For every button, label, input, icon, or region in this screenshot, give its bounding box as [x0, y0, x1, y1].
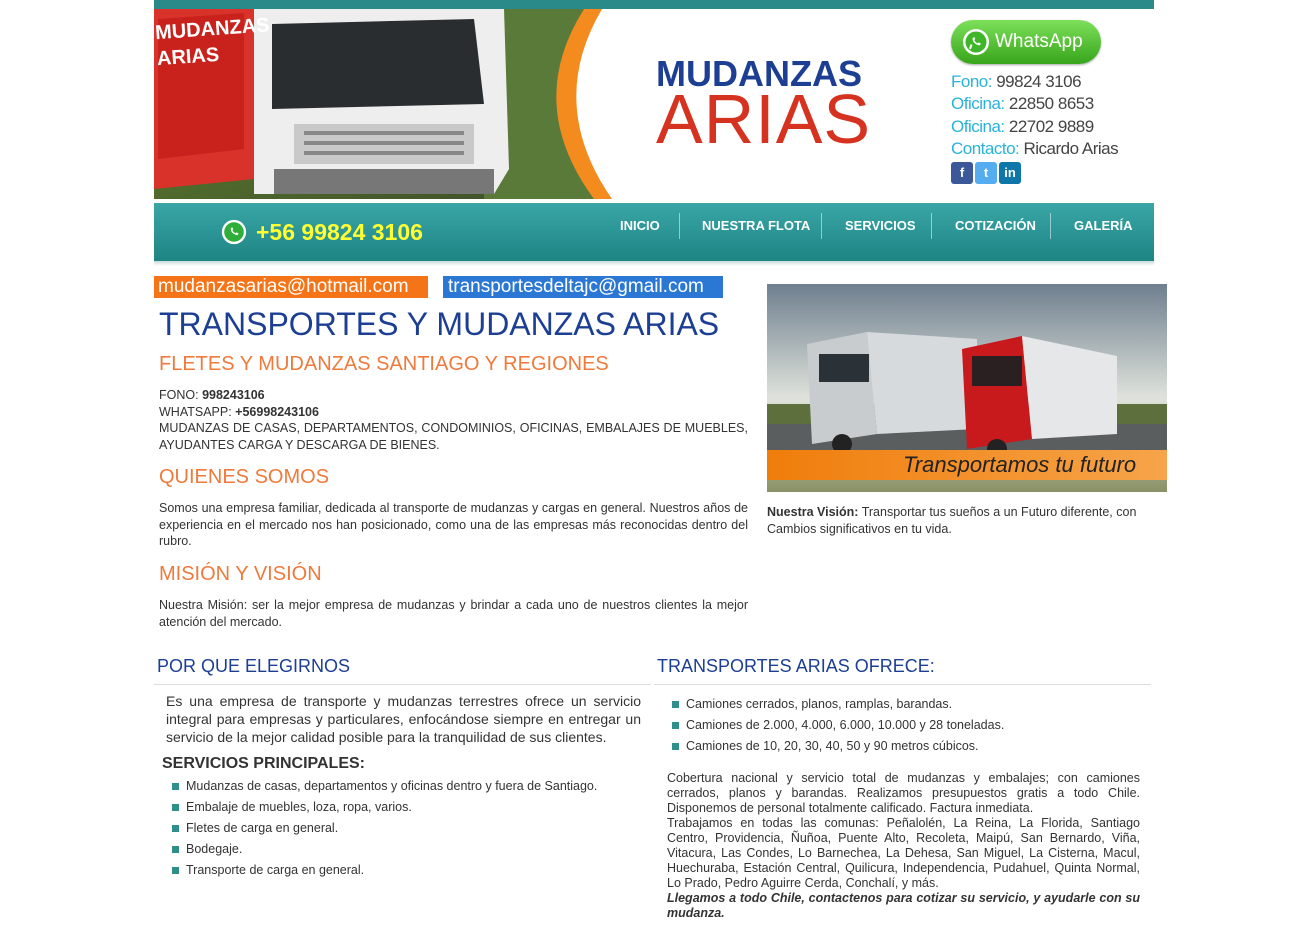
contact-fono: Fono: 99824 3106: [951, 72, 1082, 91]
nav-inicio[interactable]: INICIO: [620, 218, 660, 233]
banner-slogan: Transportamos tu futuro: [903, 452, 1137, 477]
list-item: Camiones cerrados, planos, ramplas, bara…: [663, 694, 1143, 715]
page-subtitle: FLETES Y MUDANZAS SANTIAGO Y REGIONES: [159, 353, 609, 375]
nav-separator: [821, 213, 822, 239]
nav-separator: [931, 213, 932, 239]
top-accent-bar: [154, 0, 1154, 9]
nav-cotizacion[interactable]: COTIZACIÓN: [955, 218, 1036, 233]
site-header: MUDANZAS ARIAS MUDANZAS ARIAS WhatsApp F…: [154, 9, 1154, 199]
contact-person: Contacto: Ricardo Arias: [951, 139, 1119, 158]
nav-galeria[interactable]: GALERÍA: [1074, 218, 1133, 233]
nav-phone[interactable]: +56 99824 3106: [220, 218, 423, 246]
list-item: Fletes de carga en general.: [163, 818, 643, 839]
quienes-somos-heading: QUIENES SOMOS: [159, 466, 330, 488]
cobertura-text: Cobertura nacional y servicio total de m…: [667, 771, 1140, 815]
vision-text: Nuestra Visión: Transportar tus sueños a…: [767, 505, 1137, 536]
fono-line: FONO: 998243106: [159, 388, 265, 402]
ofrece-paragraph-block: Cobertura nacional y servicio total de m…: [667, 771, 1140, 921]
nav-separator: [679, 213, 680, 239]
ofrece-heading: TRANSPORTES ARIAS OFRECE:: [657, 656, 935, 676]
list-item: Embalaje de muebles, loza, ropa, varios.: [163, 797, 643, 818]
mision-text: Nuestra Misión: ser la mejor empresa de …: [159, 598, 748, 629]
services-line: MUDANZAS DE CASAS, DEPARTAMENTOS, CONDOM…: [159, 421, 748, 452]
linkedin-icon[interactable]: in: [999, 162, 1021, 184]
logo-arias: ARIAS: [656, 80, 872, 158]
nav-phone-number: +56 99824 3106: [256, 218, 423, 245]
ofrece-list: Camiones cerrados, planos, ramplas, bara…: [663, 694, 1143, 757]
section-divider: [654, 684, 1151, 685]
contact-block: FONO: 998243106 WHATSAPP: +56998243106 M…: [159, 387, 748, 453]
list-item: Transporte de carga en general.: [163, 860, 643, 881]
list-item: Camiones de 2.000, 4.000, 6.000, 10.000 …: [663, 715, 1143, 736]
email-gmail-link[interactable]: transportesdeltajc@gmail.com: [443, 276, 723, 298]
nav-servicios[interactable]: SERVICIOS: [845, 218, 916, 233]
servicios-list: Mudanzas de casas, departamentos y ofici…: [163, 776, 643, 881]
servicios-principales-heading: SERVICIOS PRINCIPALES:: [162, 755, 365, 772]
por-que-heading: POR QUE ELEGIRNOS: [157, 656, 351, 676]
list-item: Bodegaje.: [163, 839, 643, 860]
comunas-text: Trabajamos en todas las comunas: Peñalol…: [667, 816, 1140, 890]
email-hotmail-link[interactable]: mudanzasarias@hotmail.com: [154, 276, 428, 298]
list-item: Camiones de 10, 20, 30, 40, 50 y 90 metr…: [663, 736, 1143, 757]
quienes-somos-text: Somos una empresa familiar, dedicada al …: [159, 501, 748, 548]
header-truck-photo: MUDANZAS ARIAS: [154, 9, 624, 199]
truck-box-text: MUDANZAS ARIAS: [154, 14, 271, 71]
contact-oficina-2: Oficina: 22702 9889: [951, 117, 1094, 136]
whatsapp-icon: [963, 29, 989, 55]
list-item: Mudanzas de casas, departamentos y ofici…: [163, 776, 643, 797]
contact-oficina-1: Oficina: 22850 8653: [951, 94, 1094, 113]
nav-nuestra-flota[interactable]: NUESTRA FLOTA: [702, 218, 810, 233]
page-title: TRANSPORTES Y MUDANZAS ARIAS: [159, 306, 720, 342]
navbar-shadow: [154, 261, 1154, 266]
closing-text: Llegamos a todo Chile, contactenos para …: [667, 891, 1140, 920]
whatsapp-icon: [221, 219, 247, 245]
whatsapp-button-label: WhatsApp: [995, 31, 1083, 52]
whatsapp-button[interactable]: WhatsApp: [951, 20, 1101, 64]
trucks-banner-image: Transportamos tu futuro: [767, 284, 1167, 492]
section-divider: [154, 684, 651, 685]
por-que-text: Es una empresa de transporte y mudanzas …: [166, 693, 641, 745]
nav-separator: [1050, 213, 1051, 239]
mision-vision-heading: MISIÓN Y VISIÓN: [159, 563, 322, 585]
facebook-icon[interactable]: f: [951, 162, 973, 184]
twitter-icon[interactable]: t: [975, 162, 997, 184]
whatsapp-line: WHATSAPP: +56998243106: [159, 404, 319, 419]
